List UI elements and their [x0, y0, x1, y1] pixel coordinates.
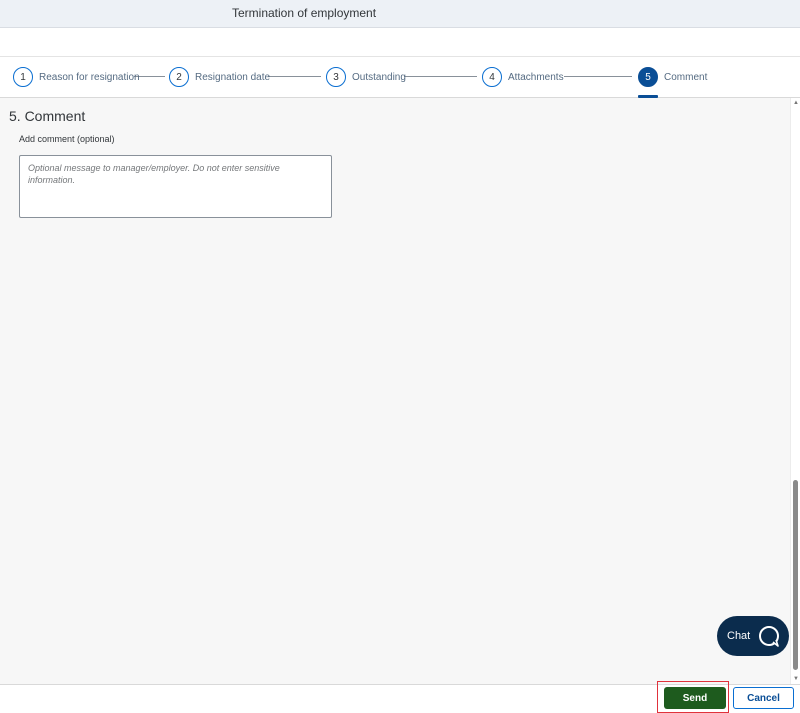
step-label: Resignation date	[195, 71, 271, 83]
form-content: 5. Comment Add comment (optional)	[0, 98, 790, 684]
chat-button[interactable]: Chat	[717, 616, 789, 656]
comment-label: Add comment (optional)	[19, 134, 115, 144]
step-number: 1	[13, 67, 33, 87]
step-label: Attachments	[508, 71, 564, 83]
chat-label: Chat	[727, 630, 751, 642]
step-reason-for-resignation[interactable]: 1 Reason for resignation	[13, 67, 140, 87]
window-title: Termination of employment	[232, 6, 377, 20]
sub-header	[0, 28, 800, 57]
chat-bubble-icon	[759, 626, 779, 647]
step-number: 5	[638, 67, 658, 87]
section-title: 5. Comment	[9, 108, 86, 124]
step-attachments[interactable]: 4 Attachments	[482, 67, 564, 87]
step-number: 2	[169, 67, 189, 87]
comment-textarea[interactable]	[19, 155, 332, 218]
cancel-button[interactable]: Cancel	[733, 687, 794, 709]
step-label: Comment	[664, 71, 708, 83]
step-resignation-date[interactable]: 2 Resignation date	[169, 67, 270, 87]
wizard-stepper: 1 Reason for resignation 2 Resignation d…	[0, 57, 800, 98]
step-label: Outstanding	[352, 71, 406, 83]
send-button[interactable]: Send	[664, 687, 726, 709]
scrollbar[interactable]: ▲ ▼	[790, 98, 800, 684]
step-outstanding[interactable]: 3 Outstanding	[326, 67, 406, 87]
scroll-down-arrow-icon[interactable]: ▼	[793, 676, 799, 682]
scroll-up-arrow-icon[interactable]: ▲	[793, 100, 799, 106]
step-label: Reason for resignation	[39, 71, 140, 83]
step-number: 3	[326, 67, 346, 87]
title-bar: Termination of employment	[0, 0, 800, 28]
scrollbar-thumb[interactable]	[793, 480, 798, 670]
step-connector	[268, 76, 321, 77]
step-connector	[564, 76, 632, 77]
step-comment[interactable]: 5 Comment	[638, 67, 707, 87]
step-number: 4	[482, 67, 502, 87]
step-connector	[404, 76, 477, 77]
